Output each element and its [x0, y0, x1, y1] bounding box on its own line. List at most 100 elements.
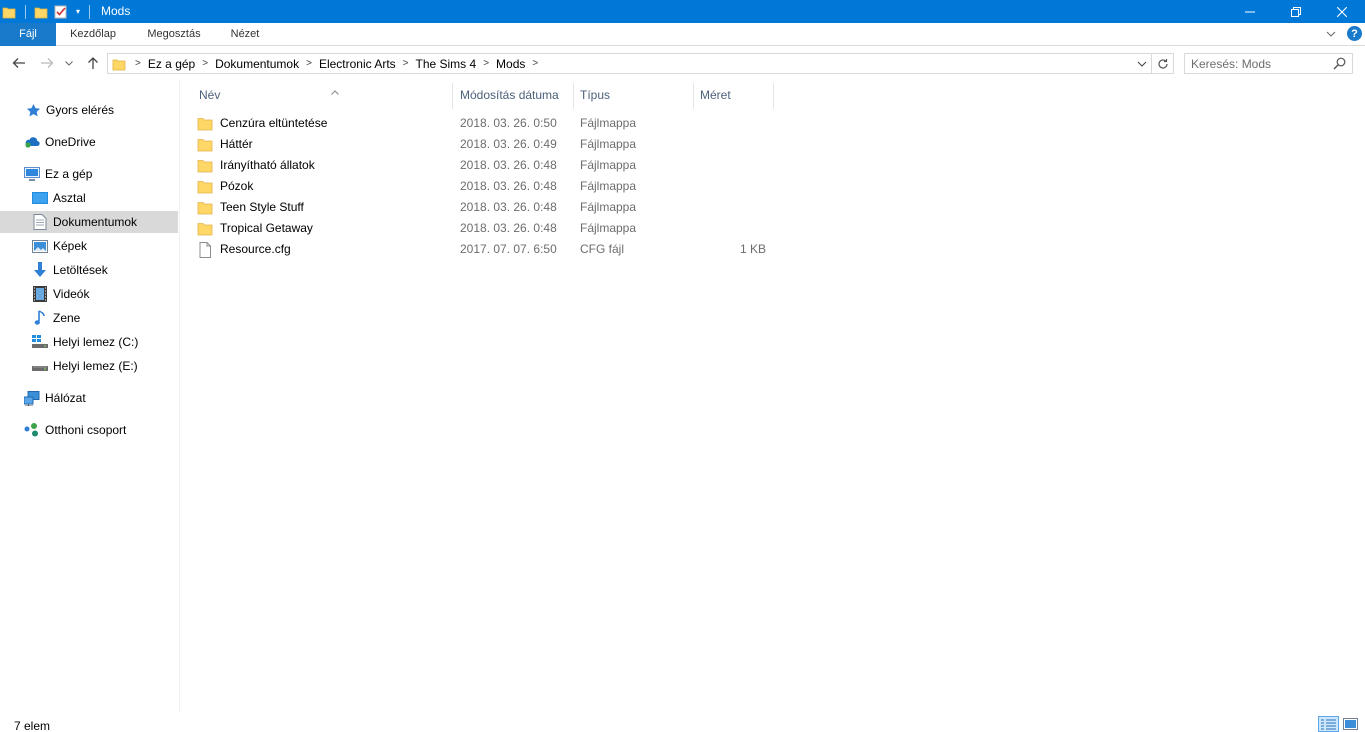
file-size [697, 218, 766, 239]
nav-item-label: Asztal [53, 191, 86, 205]
close-button[interactable] [1319, 0, 1365, 23]
network-icon [24, 390, 40, 406]
breadcrumb-chevron-icon[interactable]: > [202, 58, 208, 69]
cloud-icon [24, 134, 40, 150]
column-header-name[interactable]: Név [193, 83, 453, 109]
column-header-size[interactable]: Méret [694, 83, 774, 109]
tab-file[interactable]: Fájl [0, 23, 56, 46]
file-row[interactable]: Cenzúra eltüntetése 2018. 03. 26. 0:50 F… [197, 113, 777, 134]
nav-item-desktop[interactable]: Asztal [0, 187, 178, 209]
file-row[interactable]: Pózok 2018. 03. 26. 0:48 Fájlmappa [197, 176, 777, 197]
file-name-cell: Tropical Getaway [197, 218, 313, 239]
refresh-icon [1157, 58, 1168, 69]
file-modified: 2017. 07. 07. 6:50 [460, 242, 557, 256]
back-button[interactable] [9, 54, 29, 72]
folder-icon [197, 200, 213, 216]
folder-icon [197, 116, 213, 132]
chevron-down-icon [65, 60, 73, 66]
expand-ribbon-icon[interactable] [1324, 27, 1338, 41]
nav-item-local-disk-e[interactable]: Helyi lemez (E:) [0, 355, 178, 377]
windows-drive-icon [32, 334, 48, 350]
drive-icon [32, 358, 48, 374]
restore-button[interactable] [1273, 0, 1319, 23]
large-icons-view-button[interactable] [1340, 716, 1361, 732]
file-name-cell: Teen Style Stuff [197, 197, 304, 218]
file-name: Cenzúra eltüntetése [220, 116, 328, 130]
nav-item-pictures[interactable]: Képek [0, 235, 178, 257]
nav-item-documents[interactable]: Dokumentumok [0, 211, 178, 233]
nav-item-network[interactable]: Hálózat [0, 387, 178, 409]
file-name: Resource.cfg [220, 242, 291, 256]
nav-item-quick-access[interactable]: Gyors elérés [0, 99, 178, 121]
tab-view[interactable]: Nézet [222, 23, 268, 46]
file-row[interactable]: Háttér 2018. 03. 26. 0:49 Fájlmappa [197, 134, 777, 155]
search-icon[interactable] [1333, 57, 1346, 70]
file-row[interactable]: Irányítható állatok 2018. 03. 26. 0:48 F… [197, 155, 777, 176]
properties-icon[interactable] [54, 5, 68, 19]
search-box[interactable] [1184, 53, 1353, 74]
details-view-icon [1321, 719, 1336, 729]
video-icon [32, 286, 48, 302]
breadcrumb-this-pc[interactable]: Ez a gép [148, 57, 195, 71]
help-icon[interactable]: ? [1347, 26, 1362, 41]
close-icon [1337, 6, 1347, 17]
breadcrumb-chevron-icon[interactable]: > [532, 58, 538, 69]
nav-item-this-pc[interactable]: Ez a gép [0, 163, 178, 185]
nav-item-label: Képek [53, 239, 88, 253]
breadcrumb-chevron-icon[interactable]: > [403, 58, 409, 69]
file-type: CFG fájl [580, 242, 625, 256]
nav-item-label: Videók [53, 287, 90, 301]
file-type: Fájlmappa [580, 179, 637, 193]
forward-button[interactable] [37, 54, 57, 72]
nav-item-onedrive[interactable]: OneDrive [0, 131, 178, 153]
file-row[interactable]: Tropical Getaway 2018. 03. 26. 0:48 Fájl… [197, 218, 777, 239]
file-name-cell: Cenzúra eltüntetése [197, 113, 327, 134]
breadcrumb-documents[interactable]: Dokumentumok [215, 57, 299, 71]
folder-icon [197, 179, 213, 195]
item-count: 7 elem [14, 719, 51, 732]
sort-ascending-icon [331, 81, 339, 105]
address-dropdown-button[interactable] [1134, 55, 1150, 72]
qat-dropdown-icon[interactable]: ▾ [73, 5, 83, 19]
file-modified: 2018. 03. 26. 0:48 [460, 179, 557, 193]
details-view-button[interactable] [1318, 716, 1339, 732]
file-icon [197, 241, 213, 258]
breadcrumb-chevron-icon[interactable]: > [135, 58, 141, 69]
file-modified: 2018. 03. 26. 0:49 [460, 137, 557, 151]
up-button[interactable] [83, 54, 103, 72]
nav-item-music[interactable]: Zene [0, 307, 178, 329]
large-icons-view-icon [1343, 718, 1358, 730]
address-bar[interactable]: > Ez a gép > Dokumentumok > Electronic A… [107, 53, 1152, 74]
nav-item-homegroup[interactable]: Otthoni csoport [0, 419, 178, 441]
column-header-modified[interactable]: Módosítás dátuma [454, 83, 574, 109]
refresh-button[interactable] [1152, 53, 1174, 74]
tab-share[interactable]: Megosztás [138, 23, 210, 46]
tab-home[interactable]: Kezdőlap [62, 23, 124, 46]
breadcrumb-electronic-arts[interactable]: Electronic Arts [319, 57, 396, 71]
breadcrumb-the-sims-4[interactable]: The Sims 4 [416, 57, 477, 71]
minimize-button[interactable] [1227, 0, 1273, 23]
column-header-type[interactable]: Típus [574, 83, 694, 109]
nav-item-label: Helyi lemez (C:) [53, 335, 139, 349]
breadcrumb-mods[interactable]: Mods [496, 57, 525, 71]
file-row[interactable]: Resource.cfg 2017. 07. 07. 6:50 CFG fájl… [197, 239, 777, 260]
star-icon [25, 102, 41, 118]
file-name-cell: Resource.cfg [197, 239, 291, 260]
recent-locations-button[interactable] [62, 54, 76, 72]
file-size [697, 113, 766, 134]
search-input[interactable] [1185, 54, 1325, 73]
nav-item-local-disk-c[interactable]: Helyi lemez (C:) [0, 331, 178, 353]
qat-folder-icon[interactable] [34, 5, 48, 19]
file-name-cell: Irányítható állatok [197, 155, 315, 176]
nav-item-downloads[interactable]: Letöltések [0, 259, 178, 281]
breadcrumb-chevron-icon[interactable]: > [483, 58, 489, 69]
breadcrumb-chevron-icon[interactable]: > [306, 58, 312, 69]
location-folder-icon [112, 57, 126, 71]
arrow-right-icon [41, 58, 54, 68]
file-row[interactable]: Teen Style Stuff 2018. 03. 26. 0:48 Fájl… [197, 197, 777, 218]
nav-item-label: Ez a gép [45, 167, 93, 181]
nav-item-videos[interactable]: Videók [0, 283, 178, 305]
file-type: Fájlmappa [580, 221, 637, 235]
window-title: Mods [101, 4, 131, 18]
title-bar: ▾ Mods [0, 0, 1365, 23]
